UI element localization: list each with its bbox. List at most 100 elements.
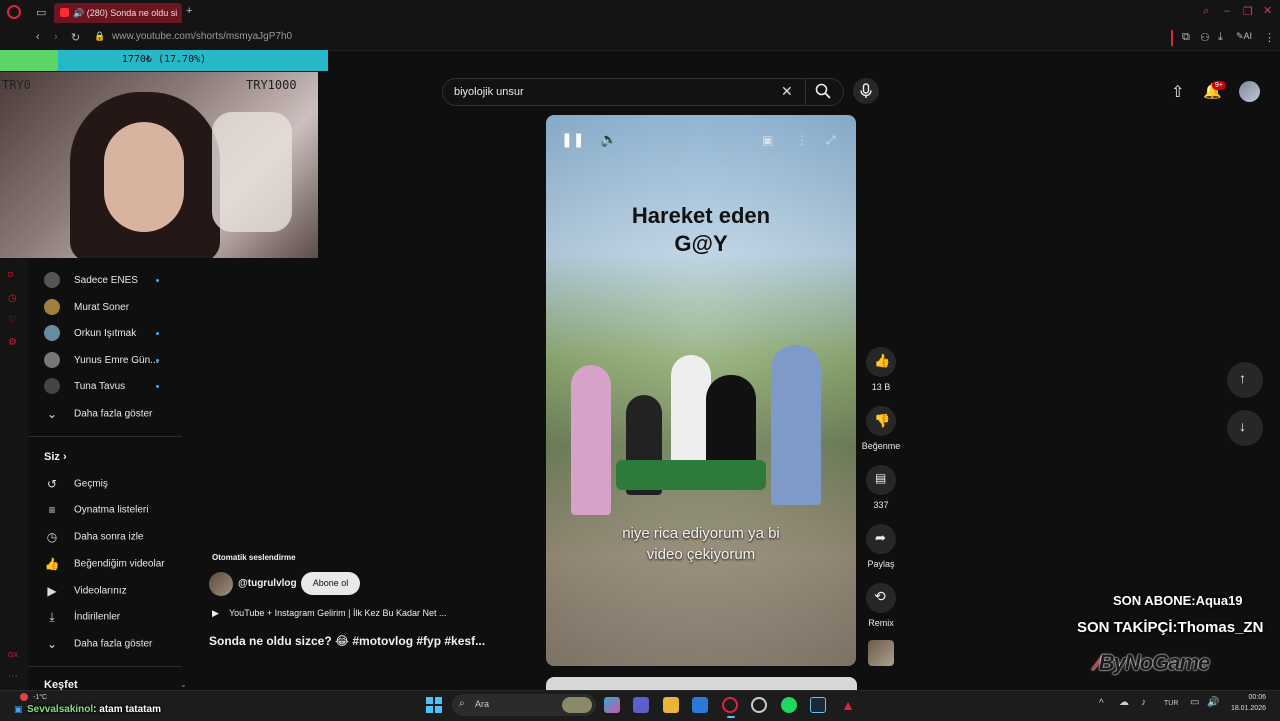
thumbs-up-icon: 👍	[874, 353, 891, 368]
dislike-button[interactable]: 👎	[866, 406, 896, 436]
extensions-icon[interactable]: ⧉	[1182, 31, 1190, 44]
account-avatar[interactable]	[1239, 81, 1260, 102]
menu-icon[interactable]: ⋮	[1264, 31, 1275, 44]
tab-overview-icon[interactable]: ▭	[36, 6, 46, 19]
sidebar-pin-icon[interactable]: ⌑	[8, 270, 13, 281]
opera-logo-icon[interactable]	[7, 5, 21, 19]
volume-icon[interactable]: 🔈	[600, 131, 617, 148]
maximize-button[interactable]: ❐	[1243, 5, 1253, 18]
sidebar-settings-icon[interactable]: ⚙	[8, 337, 17, 348]
related-video-link[interactable]: YouTube + Instagram Gelirim | İlk Kez Bu…	[229, 608, 447, 618]
channel-avatar[interactable]	[209, 572, 233, 596]
language-indicator[interactable]: TUR	[1164, 700, 1178, 707]
sidebar-subscription[interactable]: Yunus Emre Gün...	[44, 350, 184, 372]
todo-icon[interactable]	[692, 697, 708, 713]
you-section-header[interactable]: Siz ›	[44, 451, 67, 463]
channel-avatar-icon	[44, 378, 60, 395]
ai-button[interactable]: ✎AI	[1236, 31, 1252, 42]
subscribe-button[interactable]: Abone ol	[301, 572, 360, 595]
clock-time[interactable]: 00:06	[1232, 694, 1266, 701]
share-button[interactable]: ➦	[866, 524, 896, 554]
reload-button[interactable]: ↻	[71, 31, 80, 44]
ai-label: AI	[1243, 31, 1253, 41]
sidebar-history-icon[interactable]: ◷	[8, 293, 17, 304]
next-video-preview[interactable]	[546, 677, 857, 690]
sidebar-gx-icon[interactable]: GX	[8, 652, 18, 659]
sidebar-subscription[interactable]: Orkun Işıtmak	[44, 323, 184, 345]
comments-button[interactable]: ▤	[866, 465, 896, 495]
copilot-icon[interactable]	[604, 697, 620, 713]
share-arrow-icon: ➦	[875, 530, 886, 545]
auto-dub-label: Otomatik seslendirme	[212, 553, 296, 562]
opera-taskbar-icon[interactable]	[722, 697, 738, 713]
back-button[interactable]: ‹	[36, 31, 40, 43]
previous-short-button[interactable]: ↑	[1227, 362, 1263, 398]
next-short-button[interactable]: ↓	[1227, 410, 1263, 446]
sound-thumbnail[interactable]	[868, 640, 894, 666]
search-input[interactable]: biyolojik unsur	[454, 86, 524, 98]
app-triangle-icon[interactable]: ▲	[840, 697, 856, 713]
sidebar-you-item[interactable]: ≡ Oynatma listeleri	[44, 499, 184, 521]
search-icon[interactable]	[815, 83, 831, 99]
sidebar-you-item[interactable]: ◷ Daha sonra izle	[44, 526, 184, 548]
sidebar-you-item[interactable]: 👍 Beğendiğim videolar	[44, 553, 184, 575]
sidebar-subscription[interactable]: Tuna Tavus	[44, 376, 184, 398]
file-explorer-icon[interactable]	[663, 697, 679, 713]
taskbar-search[interactable]: ⌕ Ara	[452, 694, 596, 716]
shorts-video-player[interactable]: ❚❚ 🔈 ▣ ⋮ ⤢ Hareket eden G@Y niye rica ed…	[546, 115, 856, 666]
voice-search-button[interactable]	[853, 78, 879, 104]
minimize-button[interactable]: –	[1224, 5, 1230, 17]
comment-count: 337	[873, 500, 889, 510]
bynogame-logo: ⁄ByNoGame	[1096, 650, 1210, 675]
more-options-icon[interactable]: ⋮	[796, 133, 808, 147]
webcam-pillow	[212, 112, 292, 232]
weather-icon[interactable]	[20, 693, 28, 701]
sidebar-you-item[interactable]: ⤓ İndirilenler	[44, 606, 184, 628]
spotify-icon[interactable]	[781, 697, 797, 713]
close-window-button[interactable]: ✕	[1263, 4, 1272, 17]
tray-cloud-icon[interactable]: ☁	[1119, 697, 1129, 708]
clear-search-icon[interactable]: ✕	[781, 83, 793, 100]
search-divider	[805, 79, 806, 105]
video-bench	[616, 460, 766, 490]
video-caption[interactable]: Sonda ne oldu sizce? 😂 #motovlog #fyp #k…	[209, 634, 485, 648]
network-icon[interactable]: ▭	[1190, 697, 1199, 708]
upload-icon[interactable]: ⇧	[1171, 82, 1184, 102]
scroll-down-icon[interactable]: ⌄	[180, 680, 187, 689]
pause-icon[interactable]: ❚❚	[561, 131, 584, 148]
forward-button[interactable]: ›	[54, 31, 58, 43]
url-field[interactable]: www.youtube.com/shorts/msmyaJgP7h0	[112, 31, 292, 42]
volume-tray-icon[interactable]: 🔊	[1207, 697, 1219, 708]
clock-date[interactable]: 18.01.2026	[1226, 705, 1266, 712]
sidebar-bookmark-icon[interactable]: ♡	[8, 315, 17, 326]
captions-icon[interactable]: ▣	[762, 133, 773, 147]
download-icon[interactable]: ⤓	[1218, 31, 1223, 44]
sidebar-you-item[interactable]: ↺ Geçmiş	[44, 473, 184, 495]
windows-start-icon[interactable]	[426, 697, 442, 713]
like-button[interactable]: 👍	[866, 347, 896, 377]
steam-icon[interactable]	[810, 697, 826, 713]
sidebar-more-icon[interactable]: ⋯	[8, 671, 18, 682]
tray-mic-icon[interactable]: ♪	[1141, 697, 1146, 708]
search-box[interactable]: biyolojik unsur ✕	[442, 78, 844, 106]
sidebar-divider-2	[28, 666, 182, 667]
you-item-label: Beğendiğim videolar	[74, 558, 165, 570]
obs-icon[interactable]	[751, 697, 767, 713]
sidebar-subscription[interactable]: Sadece ENES	[44, 270, 184, 292]
remix-button[interactable]: ⟲	[866, 583, 896, 613]
show-more-you[interactable]: ⌄ Daha fazla göster	[44, 633, 184, 655]
sidebar-subscription[interactable]: Murat Soner	[44, 297, 184, 319]
tab-active[interactable]: 🔊 (280) Sonda ne oldu si	[54, 3, 182, 23]
notification-badge: 9+	[1212, 81, 1226, 90]
new-tab-button[interactable]: +	[186, 5, 192, 17]
channel-avatar-icon	[44, 352, 60, 369]
show-more-subscriptions[interactable]: ⌄ Daha fazla göster	[44, 403, 184, 425]
profile-icon[interactable]: ⚇	[1200, 31, 1210, 44]
search-tabs-icon[interactable]: ⌕	[1203, 5, 1209, 18]
sidebar-you-item[interactable]: ▶ Videolarınız	[44, 580, 184, 602]
fullscreen-icon[interactable]: ⤢	[826, 133, 836, 148]
tray-chevron-icon[interactable]: ^	[1099, 698, 1104, 709]
teams-icon[interactable]	[633, 697, 649, 713]
channel-name[interactable]: @tugrulvlog	[238, 578, 297, 589]
share-label: Paylaş	[867, 559, 895, 569]
